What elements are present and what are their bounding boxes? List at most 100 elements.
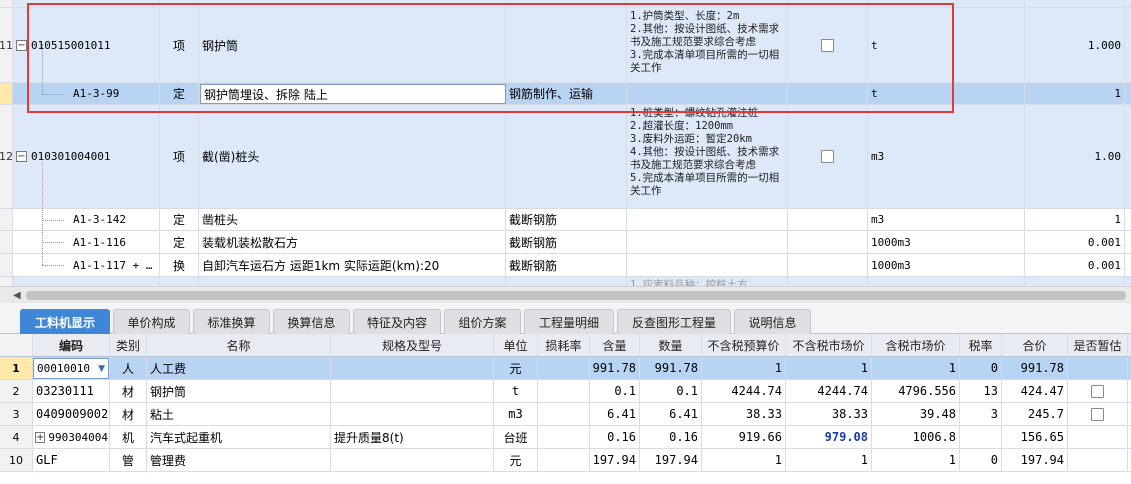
collapse-icon[interactable]: −	[16, 39, 27, 51]
unit-cell[interactable]: t	[868, 83, 1025, 104]
header-category[interactable]: 类别	[110, 334, 147, 356]
header-quantity[interactable]: 数量	[640, 334, 702, 356]
code-cell[interactable]: GLF	[33, 449, 110, 471]
type-cell[interactable]: 定	[160, 209, 199, 230]
unit-cell[interactable]: 元	[494, 449, 538, 471]
unit-cell[interactable]: m3	[494, 403, 538, 425]
budget-price-cell[interactable]: 1	[702, 449, 786, 471]
code-dropdown-input[interactable]: 00010010 ▼	[33, 358, 109, 379]
name-cell[interactable]: 管理费	[147, 449, 331, 471]
unit-cell[interactable]: m3	[868, 105, 1025, 208]
extra-cell[interactable]: 截断钢筋	[506, 231, 627, 253]
header-spec[interactable]: 规格及型号	[331, 334, 494, 356]
unit-cell[interactable]: m3	[868, 209, 1025, 230]
name-cell[interactable]: 钢护筒	[147, 380, 331, 402]
name-cell[interactable]: 截(凿)桩头	[199, 105, 506, 208]
unit-cell[interactable]: t	[868, 8, 1025, 82]
code-cell[interactable]: 03230111	[33, 380, 110, 402]
quantity-cell[interactable]: 0.001	[1025, 231, 1125, 253]
tab-description[interactable]: 说明信息	[734, 309, 811, 334]
content-cell[interactable]: 197.94	[590, 449, 640, 471]
loss-cell[interactable]	[538, 357, 590, 379]
features-cell[interactable]: 1.桩类型：螺纹钻孔灌注桩 2.超灌长度：1200mm 3.废料外运距：暂定20…	[627, 105, 788, 208]
provisional-checkbox[interactable]	[1091, 384, 1104, 398]
horizontal-scrollbar[interactable]: ◀	[0, 286, 1131, 303]
tab-unit-price-composition[interactable]: 单价构成	[113, 309, 190, 334]
spec-cell[interactable]	[331, 380, 494, 402]
content-cell[interactable]: 0.16	[590, 426, 640, 448]
quantity-cell[interactable]: 1.000	[1025, 8, 1125, 82]
flag-checkbox[interactable]	[821, 150, 834, 163]
spec-cell[interactable]	[331, 403, 494, 425]
code-cell[interactable]: − 010301004001	[13, 105, 160, 208]
provisional-cell[interactable]	[1068, 380, 1128, 402]
loss-cell[interactable]	[538, 426, 590, 448]
code-cell[interactable]: A1-1-116	[13, 231, 160, 253]
spec-cell[interactable]: 提升质量8(t)	[331, 426, 494, 448]
header-name[interactable]: 名称	[147, 334, 331, 356]
total-cell[interactable]: 245.7	[1002, 403, 1068, 425]
features-cell[interactable]	[627, 254, 788, 276]
tab-labor-material-machine[interactable]: 工料机显示	[20, 309, 110, 334]
budget-price-cell[interactable]: 919.66	[702, 426, 786, 448]
tab-pricing-scheme[interactable]: 组价方案	[444, 309, 521, 334]
flag-checkbox[interactable]	[821, 38, 834, 52]
tax-rate-cell[interactable]: 0	[960, 449, 1002, 471]
table-row-selected[interactable]: 1 00010010 ▼ 人 人工费 元 991.78 991.78 1 1 1…	[0, 357, 1131, 380]
features-cell[interactable]	[627, 209, 788, 230]
scroll-left-icon[interactable]: ◀	[13, 290, 21, 301]
tax-market-price-cell[interactable]: 1	[872, 357, 960, 379]
table-row[interactable]: 2 03230111 材 钢护筒 t 0.1 0.1 4244.74 4244.…	[0, 380, 1131, 403]
name-cell[interactable]: 汽车式起重机	[147, 426, 331, 448]
table-row[interactable]: 3 0409009002 材 粘土 m3 6.41 6.41 38.33 38.…	[0, 403, 1131, 426]
quantity-cell[interactable]: 0.001	[1025, 254, 1125, 276]
category-cell[interactable]: 人	[110, 357, 147, 379]
extra-cell[interactable]: 截断钢筋	[506, 254, 627, 276]
header-tax-market-price[interactable]: 含税市场价	[872, 334, 960, 356]
code-cell[interactable]: + 990304004	[33, 426, 110, 448]
quantity-cell[interactable]: 0.16	[640, 426, 702, 448]
quantity-cell[interactable]: 1	[1025, 209, 1125, 230]
extra-cell[interactable]: 钢筋制作、运输	[506, 83, 627, 104]
header-unit[interactable]: 单位	[494, 334, 538, 356]
content-cell[interactable]: 0.1	[590, 380, 640, 402]
tax-market-price-cell[interactable]: 39.48	[872, 403, 960, 425]
unit-cell[interactable]: 台班	[494, 426, 538, 448]
total-cell[interactable]: 156.65	[1002, 426, 1068, 448]
quantity-cell[interactable]: 1	[1025, 83, 1125, 104]
market-price-cell[interactable]: 1	[786, 357, 872, 379]
spec-cell[interactable]	[331, 357, 494, 379]
name-cell[interactable]: 人工费	[147, 357, 331, 379]
tax-rate-cell[interactable]: 13	[960, 380, 1002, 402]
budget-price-cell[interactable]: 1	[702, 357, 786, 379]
header-code[interactable]: 编码	[33, 334, 110, 356]
table-row[interactable]: 10 GLF 管 管理费 元 197.94 197.94 1 1 1 0 197…	[0, 449, 1131, 472]
table-row[interactable]: A1-1-116 定 装载机装松散石方 截断钢筋 1000m3 0.001	[0, 231, 1131, 254]
loss-cell[interactable]	[538, 449, 590, 471]
tax-market-price-cell[interactable]: 1006.8	[872, 426, 960, 448]
name-cell[interactable]: 粘土	[147, 403, 331, 425]
code-cell[interactable]: A1-3-99	[13, 83, 160, 104]
category-cell[interactable]: 管	[110, 449, 147, 471]
features-cell[interactable]	[627, 231, 788, 253]
quantity-cell[interactable]: 1.00	[1025, 105, 1125, 208]
content-cell[interactable]: 6.41	[590, 403, 640, 425]
table-row[interactable]: 12 − 010301004001 项 截(凿)桩头 1.桩类型：螺纹钻孔灌注桩…	[0, 105, 1131, 209]
flag-cell[interactable]	[788, 209, 868, 230]
market-price-cell[interactable]: 4244.74	[786, 380, 872, 402]
tax-rate-cell[interactable]: 0	[960, 357, 1002, 379]
extra-cell[interactable]: 截断钢筋	[506, 209, 627, 230]
tax-rate-cell[interactable]	[960, 426, 1002, 448]
name-cell[interactable]: 钢护筒	[199, 8, 506, 82]
category-cell[interactable]: 材	[110, 380, 147, 402]
provisional-cell[interactable]	[1068, 357, 1128, 379]
loss-cell[interactable]	[538, 380, 590, 402]
table-row-selected[interactable]: A1-3-99 定 钢护筒埋设、拆除 陆上 钢筋制作、运输 t 1	[0, 83, 1131, 105]
provisional-cell[interactable]	[1068, 426, 1128, 448]
expand-icon[interactable]: +	[35, 431, 46, 443]
provisional-cell[interactable]	[1068, 449, 1128, 471]
extra-cell[interactable]	[506, 105, 627, 208]
header-tax-rate[interactable]: 税率	[960, 334, 1002, 356]
code-cell[interactable]: − 010515001011	[13, 8, 160, 82]
name-edit-input[interactable]: 钢护筒埋设、拆除 陆上	[200, 84, 506, 104]
